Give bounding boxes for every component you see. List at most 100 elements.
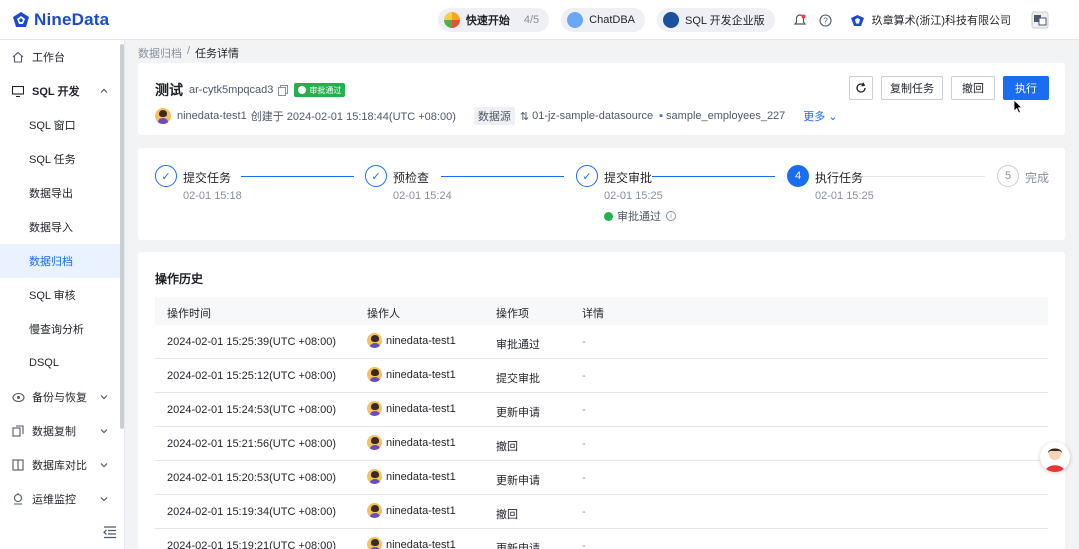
sidebar-item-dsql[interactable]: DSQL <box>0 346 121 380</box>
avatar <box>155 108 171 124</box>
chatdba-button[interactable]: ChatDBA <box>561 8 645 32</box>
sidebar-group-label: 运维监控 <box>32 494 76 506</box>
avatar <box>367 333 382 348</box>
home-icon <box>11 50 25 64</box>
chatdba-icon <box>567 12 584 28</box>
sidebar-item-data-archive[interactable]: 数据归档 <box>0 244 123 278</box>
sidebar-group-compare[interactable]: 数据库对比 <box>0 448 121 482</box>
sidebar-item-data-export[interactable]: 数据导出 <box>0 176 121 210</box>
chevron-down-icon <box>100 395 108 400</box>
step-label: 完成 <box>1025 171 1050 185</box>
copy-task-button[interactable]: 复制任务 <box>881 76 943 100</box>
column-header-action: 操作项 <box>496 308 529 320</box>
row-time: 2024-02-01 15:20:53(UTC +08:00) <box>167 472 337 484</box>
edition-icon <box>663 12 679 28</box>
row-detail: - <box>582 438 586 450</box>
step-time: 02-01 15:25 <box>604 190 663 202</box>
info-icon[interactable]: i <box>666 211 676 221</box>
sidebar-item-workbench[interactable]: 工作台 <box>0 40 121 74</box>
row-time: 2024-02-01 15:19:21(UTC +08:00) <box>167 540 337 549</box>
sidebar-item-sql-review[interactable]: SQL 审核 <box>0 278 121 312</box>
table-row: 2024-02-01 15:20:53(UTC +08:00) ninedata… <box>155 461 1048 495</box>
approval-status: 审批通过 i <box>604 208 676 224</box>
copy-icon[interactable] <box>278 84 289 96</box>
quickstart-label: 快速开始 <box>465 15 510 27</box>
row-detail: - <box>582 472 586 484</box>
mouse-cursor-icon <box>1013 99 1023 114</box>
row-action: 更新申请 <box>496 475 540 487</box>
step-connector <box>862 176 985 177</box>
more-button[interactable]: 更多 ⌄ <box>803 108 837 124</box>
step-time: 02-01 15:18 <box>183 190 242 202</box>
avatar <box>367 503 382 518</box>
company-name: 玖章算术(浙江)科技有限公司 <box>871 15 1011 27</box>
row-detail: - <box>582 506 586 518</box>
sidebar-group-replication[interactable]: 数据复制 <box>0 414 121 448</box>
breadcrumb-current: 任务详情 <box>195 48 240 60</box>
sidebar-scrollbar[interactable] <box>120 44 124 429</box>
step-label: 提交审批 <box>604 171 653 185</box>
row-operator: ninedata-test1 <box>367 537 456 549</box>
step-label: 提交任务 <box>183 171 232 185</box>
step-check-icon: ✓ <box>155 165 177 187</box>
step-connector <box>241 176 354 177</box>
table-header: 操作时间 操作人 操作项 详情 <box>155 297 1048 325</box>
row-time: 2024-02-01 15:25:12(UTC +08:00) <box>167 370 337 382</box>
table-row: 2024-02-01 15:21:56(UTC +08:00) ninedata… <box>155 427 1048 461</box>
sidebar-group-sql-dev[interactable]: SQL 开发 <box>0 74 121 108</box>
logo[interactable]: NineData <box>12 0 109 40</box>
sql-dev-icon <box>11 84 25 98</box>
breadcrumb-separator: / <box>187 45 191 57</box>
quickstart-button[interactable]: 快速开始 4/5 <box>437 8 550 32</box>
row-action: 提交审批 <box>496 373 540 385</box>
sidebar-item-label: SQL 窗口 <box>29 120 76 132</box>
sidebar-group-backup[interactable]: 备份与恢复 <box>0 380 121 414</box>
refresh-icon <box>856 82 866 93</box>
breadcrumb-parent[interactable]: 数据归档 <box>138 45 182 61</box>
step-number: 4 <box>787 165 809 187</box>
sidebar-item-sql-task[interactable]: SQL 任务 <box>0 142 121 176</box>
support-assistant-icon[interactable] <box>1040 442 1070 472</box>
copy-task-label: 复制任务 <box>890 83 934 95</box>
sidebar-group-monitor[interactable]: 运维监控 <box>0 482 121 516</box>
database-icon: ▪ <box>659 110 664 122</box>
status-badge-label: 审批通过 <box>309 85 342 95</box>
row-operator-name: ninedata-test1 <box>386 436 456 449</box>
revoke-label: 撤回 <box>962 83 984 95</box>
row-operator-name: ninedata-test1 <box>386 334 456 347</box>
task-title: 测试 <box>155 82 183 98</box>
row-operator: ninedata-test1 <box>367 333 456 348</box>
progress-steps-card: ✓ 提交任务 02-01 15:18 ✓ 预检查 02-01 15:24 ✓ 提… <box>138 148 1065 240</box>
refresh-button[interactable] <box>849 76 873 100</box>
sidebar-item-label: 数据归档 <box>29 256 73 268</box>
operation-history-card: 操作历史 操作时间 操作人 操作项 详情 2024-02-01 15:25:39… <box>138 252 1065 549</box>
execute-button[interactable]: 执行 <box>1003 76 1049 100</box>
collapse-sidebar-icon[interactable] <box>103 525 117 539</box>
edition-button[interactable]: SQL 开发企业版 <box>657 8 775 32</box>
column-header-operator: 操作人 <box>367 308 400 320</box>
company-icon <box>850 12 866 28</box>
help-icon[interactable]: ? <box>818 12 834 28</box>
row-detail: - <box>582 540 586 549</box>
column-header-detail: 详情 <box>582 308 604 320</box>
sidebar-item-label: 数据导出 <box>29 188 73 200</box>
sidebar-item-sql-window[interactable]: SQL 窗口 <box>0 108 121 142</box>
edition-label: SQL 开发企业版 <box>685 15 765 27</box>
language-icon[interactable] <box>1031 11 1049 29</box>
step-label: 预检查 <box>393 171 430 185</box>
sidebar-item-slow-query[interactable]: 慢查询分析 <box>0 312 121 346</box>
success-dot-icon <box>604 211 613 221</box>
row-action: 更新申请 <box>496 543 540 549</box>
task-created-time: 创建于 2024-02-01 15:18:44(UTC +08:00) <box>250 111 456 123</box>
database-name: sample_employees_227 <box>666 110 786 122</box>
sidebar-item-label: SQL 任务 <box>29 154 76 166</box>
chevron-down-icon <box>100 497 108 502</box>
row-operator-name: ninedata-test1 <box>386 538 456 549</box>
sidebar-item-data-import[interactable]: 数据导入 <box>0 210 121 244</box>
company-switcher[interactable]: 玖章算术(浙江)科技有限公司 <box>845 12 1011 28</box>
notification-icon[interactable] <box>792 12 808 28</box>
revoke-button[interactable]: 撤回 <box>951 76 995 100</box>
quickstart-progress: 4/5 <box>523 14 540 26</box>
logo-text: NineData <box>34 9 110 29</box>
datasource-icon: ⇅ <box>519 110 530 123</box>
